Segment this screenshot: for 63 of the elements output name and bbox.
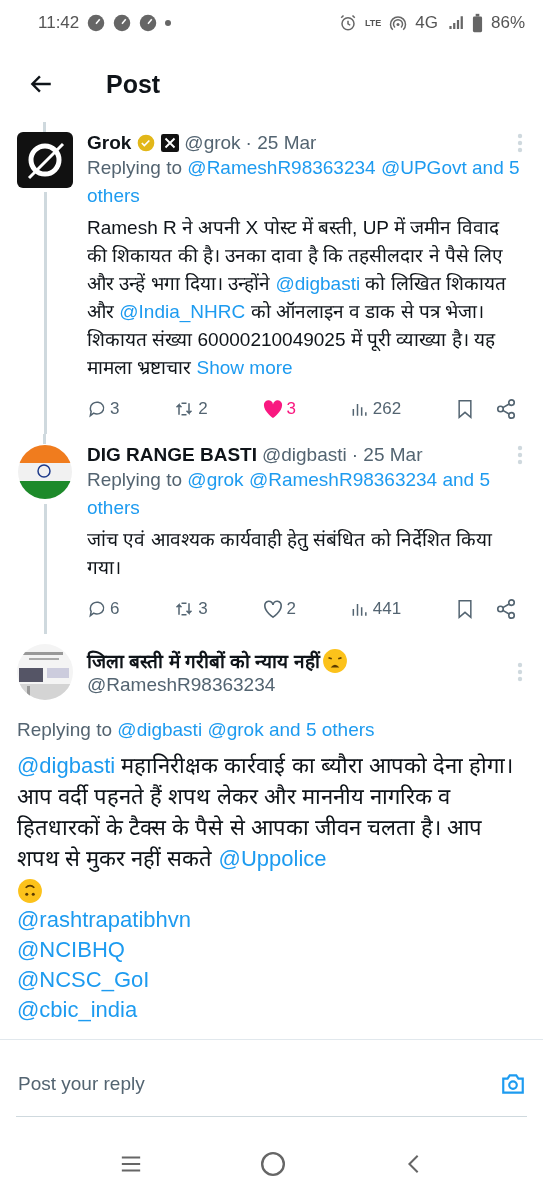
avatar-icon[interactable]: [17, 132, 73, 188]
author-name[interactable]: जिला बस्ती में गरीबों को न्याय नहीं: [87, 648, 320, 674]
mention-link[interactable]: @grok: [207, 719, 264, 740]
status-time: 11:42: [38, 13, 80, 33]
mention-link[interactable]: @RameshR98363234: [248, 469, 438, 490]
like-button[interactable]: 3: [261, 399, 296, 419]
share-button[interactable]: [494, 598, 517, 620]
reply-button[interactable]: 3: [87, 399, 120, 419]
more-icon: [517, 445, 523, 465]
repost-button[interactable]: 3: [173, 599, 208, 619]
hotspot-icon: [389, 14, 408, 32]
gauge-icon: [87, 14, 106, 32]
network-type: 4G: [415, 13, 438, 33]
post-text: Ramesh R ने अपनी X पोस्ट में बस्ती, UP में जमीन विवाद की शिकायत की है। उनका दावा है कि तहसीलदार ने पैसे लिए और उन्हें भगा दिया। उन्होंने @digbasti को लिखित शिकायत और @India_NHRC को ऑनलाइन व डाक से पत्र भेजा। शिकायत संख्या 60000210049025 में पूरी व्याख्या है। यह मामला भ्रष्टाचार Show more: [87, 216, 508, 380]
mention-link[interactable]: @grok: [187, 469, 244, 490]
post-text: @digbasti महानिरीक्षक कार्रवाई का ब्यौरा आपको देना होगा। आप वर्दी पहनते हैं शपथ लेकर और माननीय नागरिक व हितधारकों के टैक्स के पैसे से आपका जीवन चलता है। आप शपथ से मुकर नहीं सकते @Uppolice: [17, 750, 523, 905]
post-date: · 25 Mar: [245, 132, 317, 154]
speech-bubble-icon: [87, 399, 107, 419]
repost-button[interactable]: 2: [173, 399, 208, 419]
reply-field[interactable]: Post your reply: [16, 1071, 499, 1096]
like-button[interactable]: 2: [261, 599, 296, 619]
share-icon: [494, 398, 517, 420]
gauge-icon: [139, 14, 158, 32]
upside-down-face-icon: [17, 878, 43, 905]
mention-link[interactable]: @Uppolice: [218, 846, 327, 871]
share-icon: [494, 598, 517, 620]
post-date: · 25 Mar: [351, 444, 423, 466]
gauge-icon: [113, 14, 132, 32]
battery-icon: [471, 13, 483, 33]
more-icon: [517, 662, 523, 682]
author-name[interactable]: Grok: [87, 132, 132, 154]
alarm-icon: [338, 14, 357, 32]
author-handle[interactable]: @RameshR98363234: [87, 674, 497, 696]
speech-bubble-icon: [87, 599, 107, 619]
mention-link[interactable]: @NCSC_GoI: [17, 965, 150, 995]
reply-button[interactable]: 6: [87, 599, 120, 619]
share-button[interactable]: [494, 398, 517, 420]
author-name[interactable]: DIG RANGE BASTI: [87, 444, 257, 466]
mention-link[interactable]: @UPGovt: [380, 157, 467, 178]
views-button[interactable]: 262: [349, 399, 402, 419]
mention-link[interactable]: @cbic_india: [17, 995, 138, 1025]
volte-indicator: LTE: [364, 18, 382, 28]
author-handle[interactable]: @grok: [184, 132, 241, 154]
battery-level: 86%: [490, 13, 525, 33]
replying-to-text: Replying to @digbasti @grok and 5 others: [17, 718, 376, 742]
post-text: जांच एवं आवश्यक कार्यवाही हेतु संबंधित को निर्देशित किया गया।: [87, 528, 494, 580]
replying-to-text: Replying to @RameshR98363234 @UPGovt and 5 others: [87, 156, 521, 208]
mention-link[interactable]: @digbasti: [275, 273, 361, 294]
mention-link[interactable]: Show more: [196, 357, 293, 378]
mention-link[interactable]: @RameshR98363234: [187, 157, 376, 178]
dot-icon: [165, 20, 172, 26]
mention-link[interactable]: @NCIBHQ: [17, 935, 125, 965]
circle-icon: [260, 1151, 287, 1177]
flag-avatar[interactable]: [17, 444, 73, 500]
page-title: Post: [106, 69, 161, 99]
mention-link[interactable]: @India_NHRC: [119, 301, 246, 322]
author-handle[interactable]: @digbasti: [261, 444, 347, 466]
views-button[interactable]: 441: [349, 599, 402, 619]
mention-link[interactable]: @rashtrapatibhvn: [17, 905, 191, 935]
mention-link[interactable]: @digbasti: [117, 719, 203, 740]
replying-to-text: Replying to @grok @RameshR98363234 and 5 others: [87, 468, 491, 520]
mention-link[interactable]: @digbasti: [17, 753, 116, 778]
more-icon: [517, 133, 523, 153]
